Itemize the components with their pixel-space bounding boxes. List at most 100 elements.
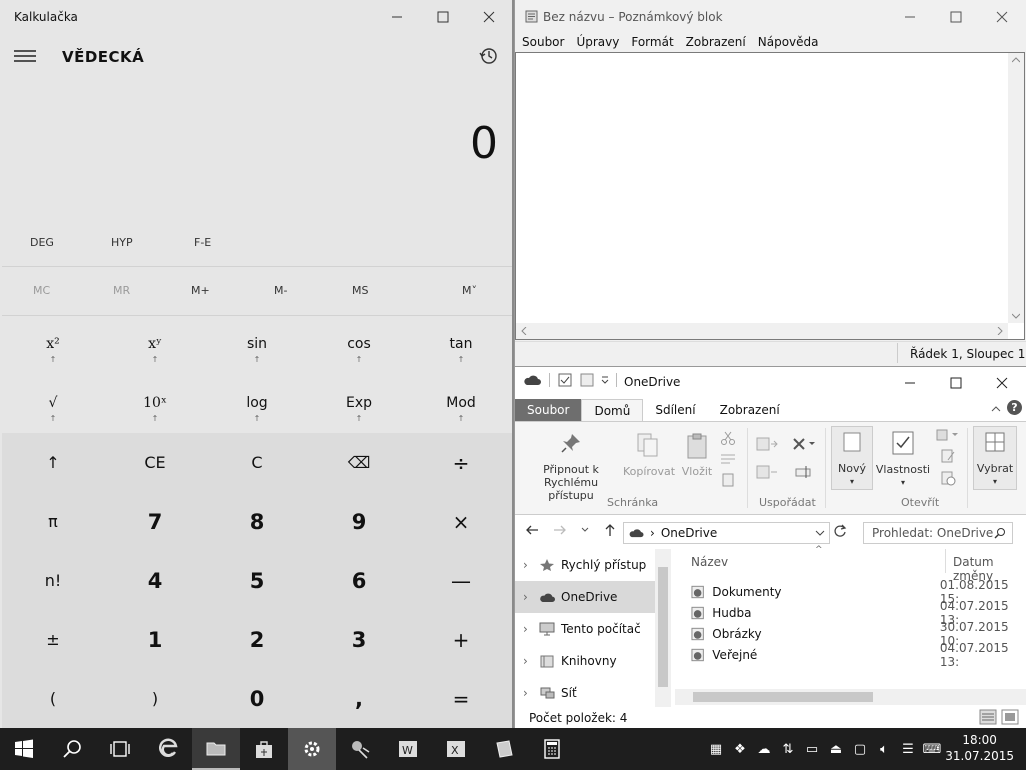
- negate-button[interactable]: ±: [2, 610, 104, 669]
- properties-button[interactable]: Vlastnosti ▾: [875, 430, 931, 489]
- nav-scrollbar[interactable]: [655, 549, 671, 707]
- dropbox-icon[interactable]: ❖: [728, 728, 752, 770]
- menu-napoveda[interactable]: Nápověda: [758, 35, 819, 49]
- digit-8-button[interactable]: 8: [206, 492, 308, 551]
- column-header-name[interactable]: Název: [691, 555, 728, 569]
- expand-chevron-icon[interactable]: ›: [523, 686, 539, 700]
- expand-chevron-icon[interactable]: ›: [523, 590, 539, 604]
- digit-6-button[interactable]: 6: [308, 551, 410, 610]
- minimize-button[interactable]: [887, 367, 933, 399]
- action-center-icon[interactable]: ☰: [896, 728, 920, 770]
- ms-button[interactable]: MS: [352, 284, 368, 297]
- menu-format[interactable]: Formát: [631, 35, 673, 49]
- sin-button[interactable]: sin ↑: [206, 318, 308, 376]
- close-button[interactable]: [979, 367, 1025, 399]
- keyboard-icon[interactable]: ⌨: [920, 728, 944, 770]
- pi-button[interactable]: π: [2, 492, 104, 551]
- taskbar-file-explorer[interactable]: [192, 728, 240, 770]
- add-button[interactable]: +: [410, 610, 512, 669]
- task-view-button[interactable]: [96, 728, 144, 770]
- nav-item-this-pc[interactable]: › Tento počítač: [515, 613, 671, 645]
- delete-icon[interactable]: [791, 436, 817, 452]
- mod-button[interactable]: Mod ↑: [410, 377, 512, 435]
- close-button[interactable]: [466, 1, 512, 33]
- battery-icon[interactable]: ▭: [800, 728, 824, 770]
- rename-icon[interactable]: [794, 464, 814, 480]
- edit-icon[interactable]: [940, 448, 956, 464]
- details-view-icon[interactable]: [979, 709, 997, 725]
- exp-button[interactable]: Exp ↑: [308, 377, 410, 435]
- fe-toggle[interactable]: F-E: [194, 236, 211, 249]
- tab-sdileni[interactable]: Sdílení: [643, 399, 707, 421]
- digit-2-button[interactable]: 2: [206, 610, 308, 669]
- open-paren-button[interactable]: (: [2, 669, 104, 728]
- mc-button[interactable]: MC: [33, 284, 50, 297]
- menu-soubor[interactable]: Soubor: [522, 35, 564, 49]
- taskbar-edge[interactable]: [144, 728, 192, 770]
- recent-locations-chevron-icon[interactable]: [581, 526, 589, 534]
- search-button[interactable]: [48, 728, 96, 770]
- hamburger-menu-icon[interactable]: [14, 48, 40, 68]
- backspace-button[interactable]: ⌫: [308, 433, 410, 492]
- back-arrow-icon[interactable]: [525, 523, 539, 537]
- horizontal-scrollbar[interactable]: [516, 323, 1008, 339]
- ce-button[interactable]: CE: [104, 433, 206, 492]
- taskbar-snipping-tool[interactable]: [336, 728, 384, 770]
- expand-chevron-icon[interactable]: ›: [523, 622, 539, 636]
- menu-upravy[interactable]: Úpravy: [576, 35, 619, 49]
- power-button[interactable]: xʸ ↑: [104, 318, 206, 376]
- maximize-button[interactable]: [933, 367, 979, 399]
- subtract-button[interactable]: —: [410, 551, 512, 610]
- taskbar-word[interactable]: W: [384, 728, 432, 770]
- mr-button[interactable]: MR: [113, 284, 130, 297]
- multiply-button[interactable]: ×: [410, 492, 512, 551]
- vertical-scrollbar[interactable]: [1008, 53, 1024, 323]
- list-item[interactable]: Veřejné 04.07.2015 13:: [691, 641, 1026, 669]
- volume-icon[interactable]: 🔈︎: [872, 728, 896, 770]
- paste-button[interactable]: Vložit: [677, 432, 717, 478]
- digit-0-button[interactable]: 0: [206, 669, 308, 728]
- refresh-icon[interactable]: [833, 524, 847, 541]
- notepad-text-area[interactable]: [515, 52, 1025, 340]
- file-list-horizontal-scrollbar[interactable]: [675, 689, 1026, 705]
- minimize-button[interactable]: [374, 1, 420, 33]
- digit-3-button[interactable]: 3: [308, 610, 410, 669]
- digit-7-button[interactable]: 7: [104, 492, 206, 551]
- usb-icon[interactable]: ⏏: [824, 728, 848, 770]
- nav-item-onedrive[interactable]: › OneDrive: [515, 581, 671, 613]
- taskbar-store[interactable]: [240, 728, 288, 770]
- search-input[interactable]: Prohledat: OneDrive: [872, 526, 993, 540]
- chevron-down-icon[interactable]: [600, 375, 610, 385]
- divide-button[interactable]: ÷: [410, 433, 512, 492]
- maximize-button[interactable]: [420, 1, 466, 33]
- chevron-down-icon[interactable]: [815, 529, 825, 537]
- expand-chevron-icon[interactable]: ›: [523, 654, 539, 668]
- display-icon[interactable]: ▢: [848, 728, 872, 770]
- nav-item-libraries[interactable]: › Knihovny: [515, 645, 671, 677]
- decimal-button[interactable]: ,: [308, 669, 410, 728]
- tab-domu[interactable]: Domů: [581, 398, 644, 422]
- tab-zobrazeni[interactable]: Zobrazení: [708, 399, 792, 421]
- history-icon[interactable]: [478, 46, 500, 68]
- taskbar-notepad[interactable]: [480, 728, 528, 770]
- select-button[interactable]: Vybrat ▾: [973, 426, 1017, 490]
- cos-button[interactable]: cos ↑: [308, 318, 410, 376]
- network-icon[interactable]: ⇅: [776, 728, 800, 770]
- m-plus-button[interactable]: M+: [191, 284, 210, 297]
- new-button[interactable]: Nový ▾: [831, 426, 873, 490]
- open-icon[interactable]: [935, 428, 961, 442]
- forward-arrow-icon[interactable]: [553, 523, 567, 537]
- hyp-toggle[interactable]: HYP: [111, 236, 133, 249]
- help-icon[interactable]: ?: [1007, 400, 1022, 415]
- digit-9-button[interactable]: 9: [308, 492, 410, 551]
- shift-button[interactable]: ↑: [2, 433, 104, 492]
- digit-1-button[interactable]: 1: [104, 610, 206, 669]
- new-folder-icon[interactable]: [580, 373, 594, 387]
- start-button[interactable]: [0, 728, 48, 770]
- copy-to-icon[interactable]: [755, 464, 779, 480]
- properties-icon[interactable]: [558, 373, 572, 387]
- keyboard-layout-icon[interactable]: ▦: [704, 728, 728, 770]
- expand-chevron-icon[interactable]: ›: [523, 558, 539, 572]
- cut-icon[interactable]: [720, 430, 736, 446]
- menu-zobrazeni[interactable]: Zobrazení: [686, 35, 746, 49]
